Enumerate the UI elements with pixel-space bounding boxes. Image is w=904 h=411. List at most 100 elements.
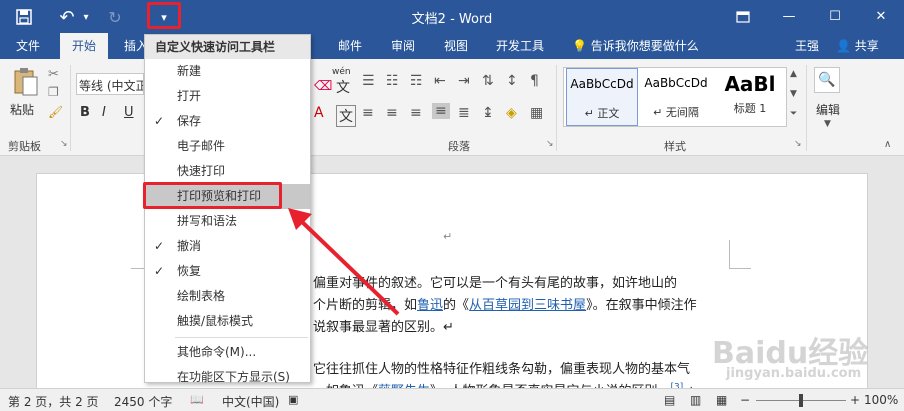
bullets-icon[interactable]: ☰ — [362, 73, 375, 89]
menu-item[interactable]: 打开 — [145, 84, 310, 109]
style-name: ↵ 无间隔 — [653, 106, 699, 119]
tab-home[interactable]: 开始 — [60, 33, 109, 59]
line-spacing-icon[interactable]: ↨ — [482, 105, 494, 121]
bold-button[interactable]: B — [80, 105, 90, 120]
read-mode-icon[interactable]: ▤ — [664, 393, 675, 407]
menu-item-label: 其他命令(M)... — [177, 345, 257, 359]
proofing-icon[interactable]: 📖 — [190, 393, 204, 406]
menu-item[interactable]: ✓ 保存 — [145, 109, 310, 134]
margin-marker — [131, 268, 145, 269]
tell-me-search[interactable]: 💡 告诉我你想要做什么 — [572, 33, 699, 59]
clear-format-icon[interactable]: ⌫ — [314, 79, 332, 94]
styles-more-icon[interactable]: ⏷ — [790, 109, 797, 119]
zoom-level[interactable]: 100% — [864, 393, 898, 407]
underline-button[interactable]: U — [124, 105, 134, 120]
annotation-arrow-icon — [288, 208, 400, 316]
title-bar: ↶ ▾ ↻ ▾ 文档2 - Word — ☐ ✕ — [0, 0, 904, 33]
styles-scroll-up-icon[interactable]: ▲ — [790, 69, 797, 79]
clipboard-icon[interactable] — [12, 67, 40, 97]
sort-icon[interactable]: ↕ — [506, 73, 518, 89]
menu-item[interactable]: 其他命令(M)... — [145, 340, 310, 365]
styles-scroll-down-icon[interactable]: ▼ — [790, 89, 797, 99]
font-name-box[interactable]: 等线 (中文正 — [76, 73, 144, 95]
divider — [806, 65, 807, 151]
word-count[interactable]: 2450 个字 — [114, 393, 172, 410]
zoom-out-button[interactable]: − — [740, 393, 750, 407]
zoom-slider-thumb[interactable] — [799, 394, 803, 407]
menu-item-label: 新建 — [177, 64, 202, 78]
tab-file[interactable]: 文件 — [16, 33, 40, 59]
paragraph-launcher-icon[interactable]: ↘ — [546, 139, 554, 149]
format-painter-icon[interactable]: 🖌 — [48, 105, 63, 119]
clipboard-launcher-icon[interactable]: ↘ — [60, 139, 68, 149]
menu-item-label: 触摸/鼠标模式 — [177, 314, 254, 328]
align-left-icon[interactable]: ≡ — [362, 105, 374, 121]
minimize-button[interactable]: — — [770, 0, 808, 33]
italic-button[interactable]: I — [102, 105, 106, 120]
language-status[interactable]: 中文(中国) — [222, 393, 279, 410]
menu-item[interactable]: 电子邮件 — [145, 134, 310, 159]
increase-indent-icon[interactable]: ⇥ — [458, 73, 470, 89]
paste-button[interactable]: 粘贴 — [10, 101, 34, 118]
style-preview: AaBbCcDd — [644, 76, 708, 90]
check-icon: ✓ — [154, 264, 165, 278]
distributed-icon[interactable]: ≣ — [458, 105, 470, 121]
print-layout-icon[interactable]: ▥ — [690, 393, 701, 407]
tab-mailings[interactable]: 邮件 — [338, 33, 362, 59]
decrease-indent-icon[interactable]: ⇤ — [434, 73, 446, 89]
menu-item[interactable]: 快速打印 — [145, 159, 310, 184]
menu-separator — [175, 337, 308, 338]
copy-icon[interactable]: ❐ — [48, 85, 59, 99]
web-layout-icon[interactable]: ▦ — [716, 393, 727, 407]
style-no-spacing[interactable]: AaBbCcDd ↵ 无间隔 — [640, 68, 712, 126]
styles-launcher-icon[interactable]: ↘ — [794, 139, 802, 149]
doc-link[interactable]: 从百草园到三味书屋 — [469, 298, 586, 313]
user-name[interactable]: 王强 — [795, 33, 819, 59]
borders-icon[interactable]: ▦ — [530, 105, 543, 121]
editing-dropdown-icon[interactable]: ▼ — [824, 119, 831, 129]
tab-developer[interactable]: 开发工具 — [496, 33, 544, 59]
tab-review[interactable]: 审阅 — [391, 33, 415, 59]
shading-icon[interactable]: ◈ — [506, 105, 517, 121]
multilevel-list-icon[interactable]: ☶ — [410, 73, 423, 89]
align-right-icon[interactable]: ≡ — [410, 105, 422, 121]
highlight-box-print-preview — [143, 182, 282, 209]
tab-view[interactable]: 视图 — [444, 33, 468, 59]
doc-link[interactable]: 鲁迅 — [417, 298, 443, 313]
justify-icon[interactable]: ≡ — [432, 103, 450, 119]
chinese-layout-icon[interactable]: ⇅ — [482, 73, 494, 89]
style-name: 标题 1 — [733, 102, 767, 115]
divider — [556, 65, 557, 151]
style-normal[interactable]: AaBbCcDd ↵ 正文 — [566, 68, 638, 126]
phonetic-guide-char[interactable]: 文 — [336, 77, 350, 97]
editing-button[interactable]: 编辑 — [816, 101, 840, 118]
style-name: ↵ 正文 — [584, 107, 620, 120]
margin-marker — [729, 240, 730, 268]
menu-item[interactable]: 在功能区下方显示(S) — [145, 365, 310, 390]
collapse-ribbon-icon[interactable]: ∧ — [884, 139, 891, 150]
share-button[interactable]: 👤 共享 — [836, 33, 879, 59]
phonetic-guide-label[interactable]: wén — [332, 67, 351, 77]
styles-group-label: 样式 — [664, 140, 686, 153]
style-preview: AaBbCcDd — [570, 77, 634, 91]
show-marks-icon[interactable]: ¶ — [530, 73, 539, 89]
window-title: 文档2 - Word — [411, 12, 493, 27]
divider — [70, 65, 71, 151]
menu-item[interactable]: 新建 — [145, 59, 310, 84]
menu-item-label: 快速打印 — [177, 164, 226, 178]
zoom-in-button[interactable]: + — [850, 393, 860, 407]
numbering-icon[interactable]: ☷ — [386, 73, 399, 89]
share-label: 共享 — [854, 39, 879, 53]
maximize-button[interactable]: ☐ — [816, 0, 854, 33]
char-border-icon[interactable]: 文 — [336, 105, 356, 127]
find-icon[interactable]: 🔍 — [814, 67, 840, 93]
lightbulb-icon: 💡 — [572, 39, 587, 53]
style-heading-1[interactable]: AaBl 标题 1 — [714, 68, 786, 126]
macro-record-icon[interactable]: ▣ — [288, 393, 298, 406]
close-button[interactable]: ✕ — [862, 0, 900, 33]
font-color-icon[interactable]: A — [314, 105, 324, 121]
ribbon-display-options-icon[interactable] — [724, 0, 762, 33]
cut-icon[interactable]: ✂ — [48, 67, 59, 82]
align-center-icon[interactable]: ≡ — [386, 105, 398, 121]
page-count[interactable]: 第 2 页，共 2 页 — [8, 393, 99, 410]
